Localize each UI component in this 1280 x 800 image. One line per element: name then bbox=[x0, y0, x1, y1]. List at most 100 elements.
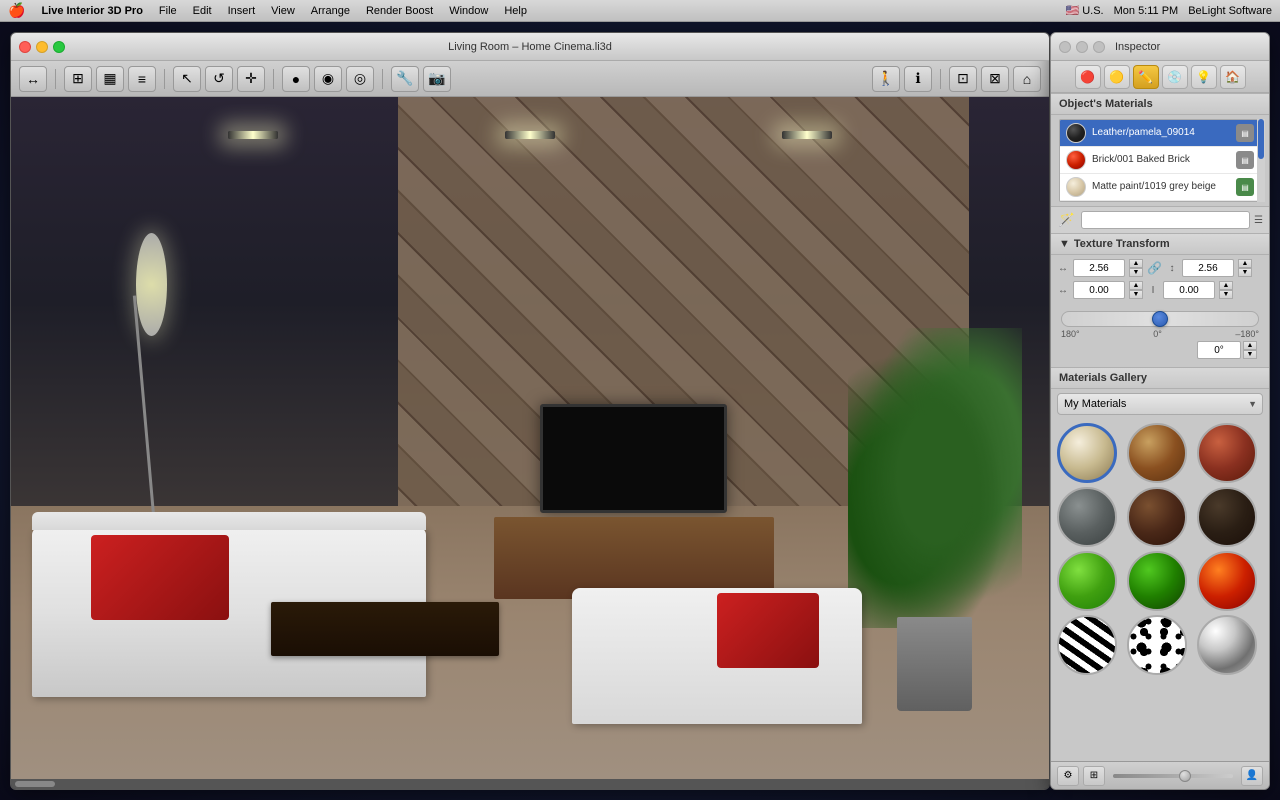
gallery-thumb-zebra[interactable] bbox=[1057, 615, 1117, 675]
menu-window[interactable]: Window bbox=[449, 5, 488, 17]
gallery-thumb-wood[interactable] bbox=[1127, 423, 1187, 483]
gallery-thumb-brick[interactable] bbox=[1197, 423, 1257, 483]
move-tool[interactable]: ✛ bbox=[237, 66, 265, 92]
inspector-traffic-lights bbox=[1059, 41, 1105, 53]
list-btn[interactable]: ≡ bbox=[128, 66, 156, 92]
nav-back-forward[interactable]: ↔ bbox=[19, 66, 47, 92]
material-badge-2: ▤ bbox=[1236, 178, 1254, 196]
close-button[interactable] bbox=[19, 41, 31, 53]
tx-offsety-up[interactable]: ▲ bbox=[1219, 281, 1233, 290]
maximize-button[interactable] bbox=[53, 41, 65, 53]
gallery-dropdown-wrapper: My Materials All Materials Wood Stone Me… bbox=[1057, 393, 1263, 415]
gallery-thumb-stone[interactable] bbox=[1057, 487, 1117, 547]
view-2d-btn[interactable]: ⊡ bbox=[949, 66, 977, 92]
menu-render-boost[interactable]: Render Boost bbox=[366, 5, 433, 17]
wand-menu-icon[interactable]: ☰ bbox=[1254, 215, 1263, 226]
insp-tab-room[interactable]: 🏠 bbox=[1220, 65, 1246, 89]
insp-minimize[interactable] bbox=[1076, 41, 1088, 53]
menu-help[interactable]: Help bbox=[504, 5, 527, 17]
gallery-thumb-green-bright[interactable] bbox=[1057, 551, 1117, 611]
insp-tab-object[interactable]: 🔴 bbox=[1075, 65, 1101, 89]
info-btn[interactable]: ℹ bbox=[904, 66, 932, 92]
tx-width-up[interactable]: ▲ bbox=[1129, 259, 1143, 268]
gallery-dropdown[interactable]: My Materials All Materials Wood Stone Me… bbox=[1057, 393, 1263, 415]
gallery-thumb-cream[interactable] bbox=[1057, 423, 1117, 483]
rotation-down[interactable]: ▼ bbox=[1243, 350, 1257, 359]
rotation-stepper: ▲ ▼ bbox=[1243, 341, 1257, 359]
gallery-dropdown-row: My Materials All Materials Wood Stone Me… bbox=[1051, 389, 1269, 419]
tx-height-up[interactable]: ▲ bbox=[1238, 259, 1252, 268]
insp-settings-btn[interactable]: ⚙ bbox=[1057, 766, 1079, 786]
insp-close[interactable] bbox=[1059, 41, 1071, 53]
insp-slider-thumb[interactable] bbox=[1179, 770, 1191, 782]
walk-btn[interactable]: 🚶 bbox=[872, 66, 900, 92]
objects-materials-header: Object's Materials bbox=[1051, 93, 1269, 115]
insp-tab-light[interactable]: 💡 bbox=[1191, 65, 1217, 89]
material-item-0[interactable]: Leather/pamela_09014 ▤ bbox=[1060, 120, 1260, 147]
insp-size-slider[interactable] bbox=[1113, 774, 1233, 778]
home-btn[interactable]: ⌂ bbox=[1013, 66, 1041, 92]
sofa-right[interactable] bbox=[572, 588, 863, 724]
gallery-thumb-fire[interactable] bbox=[1197, 551, 1257, 611]
tx-offsetx-input[interactable] bbox=[1073, 281, 1125, 299]
insp-tab-texture[interactable]: ✏️ bbox=[1133, 65, 1159, 89]
rotation-thumb[interactable] bbox=[1152, 311, 1168, 327]
scroll-thumb[interactable] bbox=[15, 781, 55, 787]
wand-button[interactable]: 🪄 bbox=[1057, 210, 1077, 230]
tx-height-down[interactable]: ▼ bbox=[1238, 268, 1252, 277]
menu-file[interactable]: File bbox=[159, 5, 177, 17]
rotation-up[interactable]: ▲ bbox=[1243, 341, 1257, 350]
menu-view[interactable]: View bbox=[271, 5, 295, 17]
tx-offsety-input[interactable] bbox=[1163, 281, 1215, 299]
rotation-input[interactable] bbox=[1197, 341, 1241, 359]
materials-scrollbar[interactable] bbox=[1257, 119, 1265, 202]
material-item-2[interactable]: Matte paint/1019 grey beige ▤ bbox=[1060, 174, 1260, 201]
view-btn[interactable]: ▦ bbox=[96, 66, 124, 92]
material-item-1[interactable]: Brick/001 Baked Brick ▤ bbox=[1060, 147, 1260, 174]
room-scene bbox=[11, 97, 1049, 779]
insp-maximize[interactable] bbox=[1093, 41, 1105, 53]
tx-offsetx-down[interactable]: ▼ bbox=[1129, 290, 1143, 299]
tx-link-icon[interactable]: 🔗 bbox=[1147, 261, 1162, 275]
minimize-button[interactable] bbox=[36, 41, 48, 53]
rotate-tool[interactable]: ↺ bbox=[205, 66, 233, 92]
insp-tab-material[interactable]: 🟡 bbox=[1104, 65, 1130, 89]
gallery-thumb-chrome[interactable] bbox=[1197, 615, 1257, 675]
app-name[interactable]: Live Interior 3D Pro bbox=[41, 5, 142, 17]
horizontal-scrollbar[interactable] bbox=[11, 779, 1049, 789]
insp-grid-btn[interactable]: ⊞ bbox=[1083, 766, 1105, 786]
gallery-thumb-green-dark[interactable] bbox=[1127, 551, 1187, 611]
coffee-table[interactable] bbox=[271, 602, 499, 657]
point-light-btn[interactable]: ● bbox=[282, 66, 310, 92]
wand-search-input[interactable] bbox=[1081, 211, 1250, 229]
insp-tab-render[interactable]: 💿 bbox=[1162, 65, 1188, 89]
tx-offsety-down[interactable]: ▼ bbox=[1219, 290, 1233, 299]
spot-light-btn[interactable]: ◉ bbox=[314, 66, 342, 92]
select-tool[interactable]: ↖ bbox=[173, 66, 201, 92]
materials-scroll-thumb[interactable] bbox=[1258, 119, 1264, 159]
menu-edit[interactable]: Edit bbox=[193, 5, 212, 17]
rot-label-center: 0° bbox=[1153, 329, 1162, 339]
tx-height-icon: ↕ bbox=[1166, 263, 1178, 274]
gallery-thumb-spots[interactable] bbox=[1127, 615, 1187, 675]
tx-offsetx-up[interactable]: ▲ bbox=[1129, 281, 1143, 290]
gallery-thumb-dark-wood[interactable] bbox=[1127, 487, 1187, 547]
view-3d-btn[interactable]: ⊠ bbox=[981, 66, 1009, 92]
tx-width-down[interactable]: ▼ bbox=[1129, 268, 1143, 277]
menu-arrange[interactable]: Arrange bbox=[311, 5, 350, 17]
gallery-thumb-dark[interactable] bbox=[1197, 487, 1257, 547]
tx-width-input[interactable] bbox=[1073, 259, 1125, 277]
plant-pot bbox=[897, 617, 972, 711]
3d-viewport[interactable] bbox=[11, 97, 1049, 779]
insp-person-btn[interactable]: 👤 bbox=[1241, 766, 1263, 786]
floor-plan-btn[interactable]: ⊞ bbox=[64, 66, 92, 92]
tx-height-input[interactable] bbox=[1182, 259, 1234, 277]
apple-menu[interactable]: 🍎 bbox=[8, 2, 25, 19]
camera-btn[interactable]: 📷 bbox=[423, 66, 451, 92]
rotation-track[interactable] bbox=[1061, 311, 1259, 327]
materials-gallery-label: Materials Gallery bbox=[1059, 372, 1147, 384]
material-btn[interactable]: 🔧 bbox=[391, 66, 419, 92]
menu-insert[interactable]: Insert bbox=[228, 5, 256, 17]
toolbar-sep-1 bbox=[55, 69, 56, 89]
area-light-btn[interactable]: ◎ bbox=[346, 66, 374, 92]
